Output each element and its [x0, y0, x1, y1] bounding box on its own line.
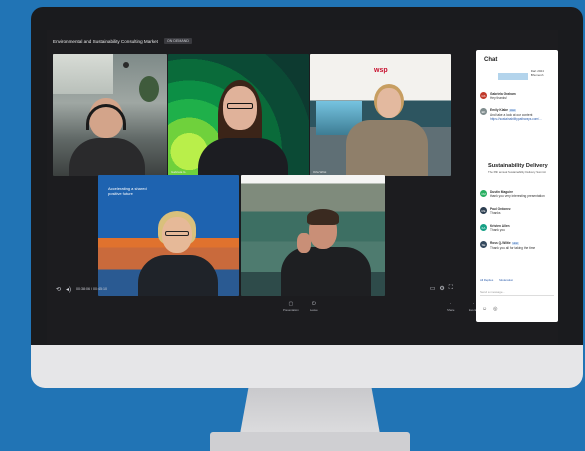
- chat-author: Ross Q-Wiltie: [490, 241, 511, 245]
- volume-icon[interactable]: ◂): [66, 286, 71, 293]
- chat-input[interactable]: Send a message...: [480, 288, 554, 296]
- meeting-screen: Environmental and Sustainability Consult…: [47, 30, 558, 344]
- toolbar-share-button[interactable]: · Share: [447, 301, 454, 312]
- toolbar-leave-button[interactable]: ⏻ Leave: [310, 301, 318, 312]
- chat-text: Thank you all for taking the time: [490, 246, 536, 250]
- avatar: SE: [480, 241, 487, 248]
- monitor-base: [210, 432, 410, 451]
- fullscreen-icon[interactable]: ⛶: [449, 285, 453, 292]
- chat-link[interactable]: https://sustainabilitypathways.com/...: [490, 117, 542, 121]
- pinned-thumbnail: [498, 73, 528, 80]
- host-tag: Host: [511, 242, 519, 245]
- participant-name: Orla Wrist: [313, 170, 327, 174]
- pendant-lamp: [123, 62, 129, 68]
- settings-icon[interactable]: ⚙: [439, 285, 444, 292]
- video-controls: ⟲ ◂) 00:38:06 / 00:45:10 ▭ ⚙ ⛶: [53, 284, 453, 294]
- chat-text: Thank you: [490, 228, 505, 232]
- status-badge: ON DEMAND: [163, 38, 192, 44]
- event-card-subtitle: The fifth annual Sustainability Delivery…: [488, 170, 546, 174]
- chat-author: Emily Klabe: [490, 108, 509, 112]
- participant-body: [346, 120, 428, 176]
- monitor-chin: [31, 345, 583, 388]
- glasses: [227, 103, 253, 109]
- participant-body: [69, 138, 145, 176]
- monitor-stand: [240, 388, 380, 434]
- all-replies-link[interactable]: All Replies: [480, 278, 493, 282]
- participant-hair: [307, 209, 339, 225]
- attach-icon[interactable]: ◎: [493, 306, 497, 312]
- share-icon: ·: [449, 301, 452, 307]
- event-card-title[interactable]: Sustainability Delivery: [488, 163, 548, 169]
- chat-message: GS Gabriela Graham Hey thanks!: [480, 92, 556, 100]
- title-bar: Environmental and Sustainability Consult…: [53, 36, 192, 46]
- avatar: CM: [480, 190, 487, 197]
- chat-panel: Chat Dart 2024 Bhumesh GS Gabriela Graha…: [476, 50, 558, 322]
- leave-icon: ⏻: [311, 301, 316, 307]
- video-tile-5[interactable]: [241, 175, 385, 296]
- window-background: [53, 54, 113, 94]
- emoji-icon[interactable]: ☺: [482, 306, 487, 312]
- events-icon: ·: [472, 301, 475, 307]
- pinned-text: Dart 2024 Bhumesh: [530, 69, 544, 77]
- chat-message: RE Paul Ordonez Thanks: [480, 207, 556, 215]
- toolbar-label: Share: [447, 308, 455, 312]
- chat-tools: ☺ ◎: [482, 306, 497, 312]
- moderation-link[interactable]: Moderation: [499, 278, 513, 282]
- plant: [139, 76, 159, 102]
- participant-name: Gabriela G.: [171, 170, 187, 174]
- toolbar-label: Leave: [310, 308, 318, 312]
- video-tile-3[interactable]: wsp Orla Wrist: [310, 54, 451, 176]
- toolbar-presentation-button[interactable]: ▢ Presentation: [283, 301, 299, 312]
- video-tile-2[interactable]: Gabriela G.: [168, 54, 309, 176]
- avatar: EK: [480, 108, 487, 115]
- toolbar-label: Presentation: [283, 308, 299, 312]
- video-tile-1[interactable]: [53, 54, 167, 176]
- avatar: RE: [480, 207, 487, 214]
- playback-time: 00:38:06 / 00:45:10: [76, 287, 108, 291]
- chat-message: KA Kristen Allen Thank you: [480, 224, 556, 232]
- participant-head: [377, 88, 401, 118]
- chat-text: thank you very interesting presentation: [490, 194, 545, 198]
- chat-title: Chat: [484, 57, 498, 63]
- wsp-logo: wsp: [374, 67, 388, 74]
- avatar: KA: [480, 224, 487, 231]
- chat-links: All Replies Moderation: [480, 278, 513, 282]
- pinned-message[interactable]: Dart 2024 Bhumesh: [498, 69, 554, 84]
- host-tag: Host: [508, 109, 517, 112]
- meeting-title: Environmental and Sustainability Consult…: [53, 38, 158, 44]
- participant-hand: [297, 233, 311, 253]
- screen-icon: ▢: [288, 301, 294, 307]
- replay-icon[interactable]: ⟲: [56, 286, 61, 293]
- chat-text: Thanks: [490, 211, 501, 215]
- video-tile-4[interactable]: Accelerating a shared positive future: [98, 175, 239, 296]
- chat-message: EK Emily Klabe Host And take a look at ou…: [480, 108, 556, 121]
- captions-icon[interactable]: ▭: [430, 285, 436, 292]
- poster-text: Accelerating a shared positive future: [108, 186, 147, 196]
- avatar: GS: [480, 92, 487, 99]
- participant-body: [198, 138, 288, 176]
- chat-message: CM Dustin Maguire thank you very interest…: [480, 190, 556, 198]
- chat-text: Hey thanks!: [490, 96, 507, 100]
- glasses: [165, 231, 189, 236]
- chat-message: SE Ross Q-Wiltie Host Thank you all for t…: [480, 241, 556, 250]
